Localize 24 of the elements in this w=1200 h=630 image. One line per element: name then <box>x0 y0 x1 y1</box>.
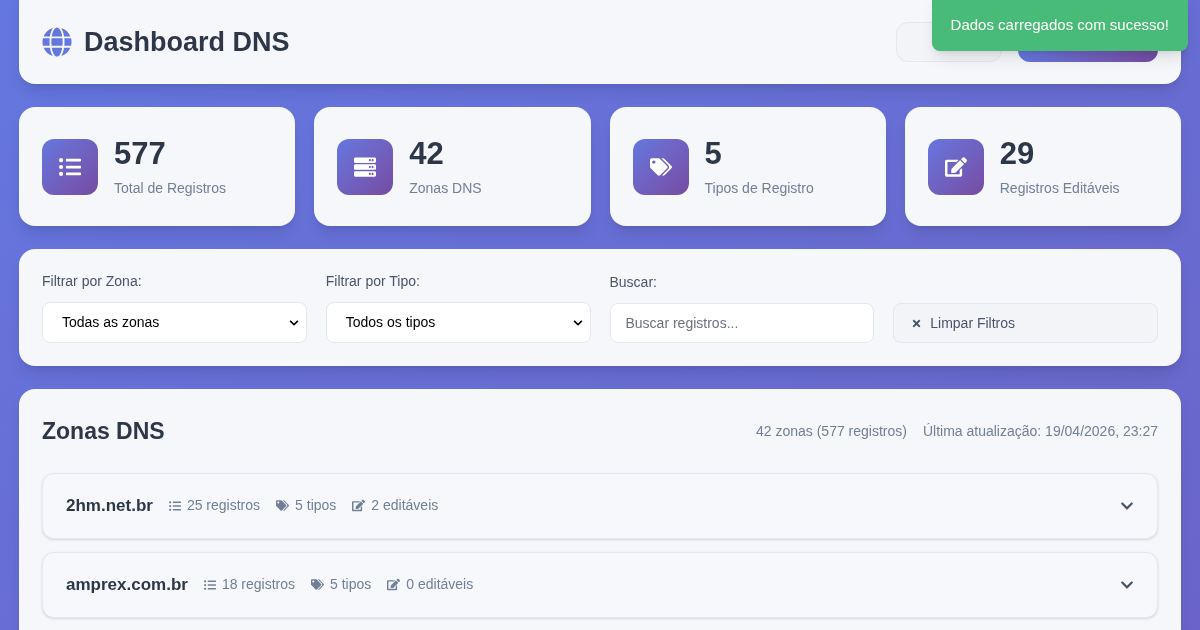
stat-label: Total de Registros <box>114 179 227 198</box>
stat-label: Zonas DNS <box>409 179 482 198</box>
success-toast: Dados carregados com sucesso! <box>931 0 1188 51</box>
record-count: 25 registros <box>186 496 261 515</box>
stat-value: 577 <box>114 135 167 173</box>
type-count: 5 tipos <box>295 496 337 515</box>
zone-count: 42 zonas (577 registros) <box>756 421 907 441</box>
editable-count: 0 editáveis <box>406 575 474 594</box>
stat-label: Registros Editáveis <box>999 179 1120 198</box>
section-title: Zonas DNS <box>42 417 165 446</box>
stat-value: 42 <box>409 135 445 173</box>
editable-count: 2 editáveis <box>371 496 439 515</box>
filter-label: Filtrar por Zona: <box>42 272 143 291</box>
filter-label: Filtrar por Tipo: <box>325 272 421 291</box>
zone-name: amprex.com.br <box>66 573 188 596</box>
stat-value: 29 <box>999 135 1036 173</box>
stat-value: 5 <box>704 135 723 173</box>
record-count: 18 registros <box>221 575 296 594</box>
filter-label: Buscar: <box>609 273 658 292</box>
last-updated: Última atualização: 19/04/2026, 23:27 <box>922 421 1158 441</box>
stat-label: Tipos de Registro <box>704 179 814 198</box>
type-count: 5 tipos <box>330 575 372 594</box>
page-title: Dashboard DNS <box>84 25 290 59</box>
zone-name: 2hm.net.br <box>66 494 153 517</box>
